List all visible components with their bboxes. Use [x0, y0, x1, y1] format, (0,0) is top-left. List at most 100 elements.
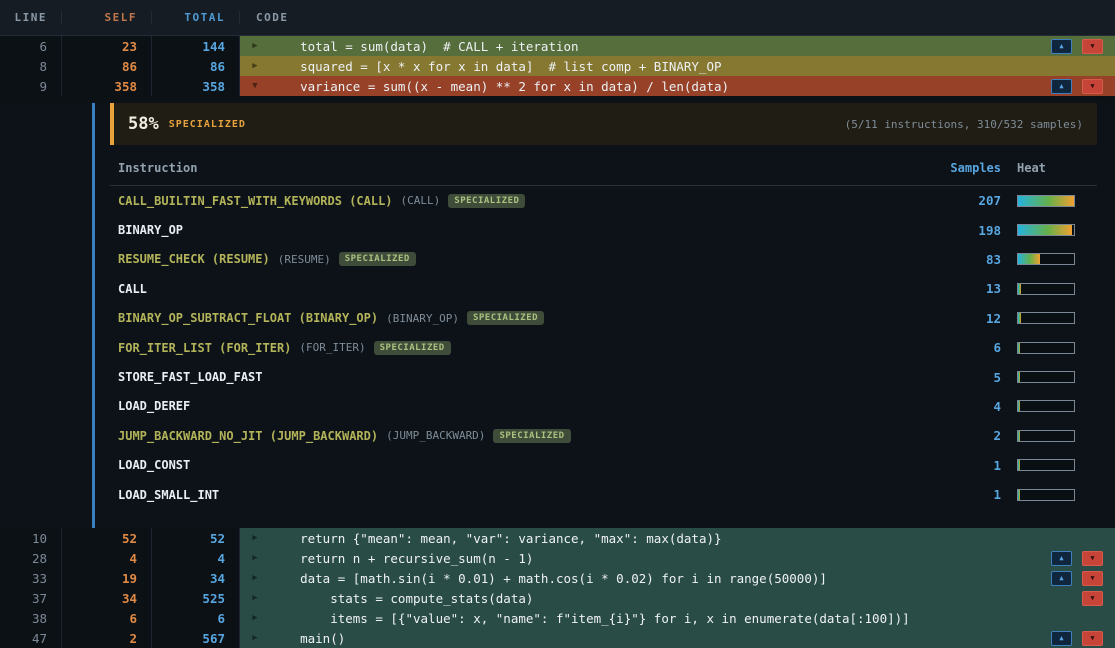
instruction-name: LOAD_SMALL_INT	[118, 488, 219, 502]
jump-down-button[interactable]: ▼	[1082, 79, 1103, 94]
column-header-total: TOTAL	[152, 11, 240, 24]
expand-icon[interactable]: ▶	[240, 573, 270, 583]
instruction-row: BINARY_OP_SUBTRACT_FLOAT (BINARY_OP)(BIN…	[110, 304, 1097, 333]
jump-up-button[interactable]: ▲	[1051, 551, 1072, 566]
instruction-samples-value: 207	[921, 193, 1001, 208]
heat-bar-fill	[1018, 284, 1021, 294]
code-heat-cell: ▼ variance = sum((x - mean) ** 2 for x i…	[240, 76, 1115, 96]
expand-icon[interactable]: ▶	[240, 533, 270, 543]
self-samples-value: 358	[62, 76, 152, 96]
code-heat-cell: ▶ return {"mean": mean, "var": variance,…	[240, 528, 1115, 548]
total-samples-value: 86	[152, 56, 240, 76]
heat-bar-cell	[1017, 430, 1089, 442]
line-number: 33	[0, 568, 62, 588]
self-samples-value: 34	[62, 588, 152, 608]
jump-up-button[interactable]: ▲	[1051, 571, 1072, 586]
source-code-text: variance = sum((x - mean) ** 2 for x in …	[270, 79, 1051, 94]
instruction-name: RESUME_CHECK (RESUME)	[118, 252, 270, 266]
instruction-name-cell: RESUME_CHECK (RESUME)(RESUME)SPECIALIZED	[118, 252, 921, 266]
jump-up-button[interactable]: ▲	[1051, 39, 1072, 54]
self-samples-value: 19	[62, 568, 152, 588]
jump-up-button[interactable]: ▲	[1051, 79, 1072, 94]
line-number: 8	[0, 56, 62, 76]
instruction-samples-value: 13	[921, 281, 1001, 296]
code-heat-cell: ▶ total = sum(data) # CALL + iteration▲ ▼	[240, 36, 1115, 56]
heat-bar-track	[1017, 195, 1075, 207]
code-line-row: 331934▶ data = [math.sin(i * 0.01) + mat…	[0, 568, 1115, 588]
specialized-badge: SPECIALIZED	[467, 311, 544, 325]
instruction-name-cell: LOAD_DEREF	[118, 399, 921, 413]
heat-bar-fill	[1018, 313, 1021, 323]
heat-bar-cell	[1017, 489, 1089, 501]
line-number: 28	[0, 548, 62, 568]
source-code-text: return n + recursive_sum(n - 1)	[270, 551, 1051, 566]
code-line-row: 2844▶ return n + recursive_sum(n - 1)▲▼	[0, 548, 1115, 568]
jump-down-button[interactable]: ▼	[1082, 591, 1103, 606]
jump-up-button[interactable]: ▲	[1051, 631, 1072, 646]
code-heat-cell: ▶ return n + recursive_sum(n - 1)▲▼	[240, 548, 1115, 568]
total-samples-value: 358	[152, 76, 240, 96]
jump-down-button[interactable]: ▼	[1082, 551, 1103, 566]
instruction-samples-value: 2	[921, 428, 1001, 443]
row-nav-buttons: ▲▼	[1051, 551, 1115, 566]
jump-down-button[interactable]: ▼	[1082, 631, 1103, 646]
row-nav-buttons: ▲▼	[1051, 571, 1115, 586]
instruction-name: LOAD_DEREF	[118, 399, 190, 413]
specialization-detail-panel: 58% SPECIALIZED (5/11 instructions, 310/…	[0, 103, 1115, 528]
collapse-icon[interactable]: ▼	[240, 81, 270, 91]
specialized-label: SPECIALIZED	[169, 119, 246, 130]
expand-icon[interactable]: ▶	[240, 613, 270, 623]
instruction-samples-value: 198	[921, 223, 1001, 238]
code-heat-cell: ▶ squared = [x * x for x in data] # list…	[240, 56, 1115, 76]
jump-down-button[interactable]: ▼	[1082, 571, 1103, 586]
heat-bar-track	[1017, 283, 1075, 295]
instruction-row: CALL 13	[110, 274, 1097, 303]
instruction-name-cell: LOAD_CONST	[118, 458, 921, 472]
instruction-samples-value: 4	[921, 399, 1001, 414]
specialized-badge: SPECIALIZED	[339, 252, 416, 266]
column-header-code: CODE	[240, 11, 1115, 24]
specialization-summary-banner: 58% SPECIALIZED (5/11 instructions, 310/…	[110, 103, 1097, 145]
code-line-row: 105252▶ return {"mean": mean, "var": var…	[0, 528, 1115, 548]
heat-bar-cell	[1017, 195, 1089, 207]
instruction-name: JUMP_BACKWARD_NO_JIT (JUMP_BACKWARD)	[118, 429, 378, 443]
heat-bar-track	[1017, 371, 1075, 383]
source-code-text: items = [{"value": x, "name": f"item_{i}…	[270, 611, 1103, 626]
expand-icon[interactable]: ▶	[240, 633, 270, 643]
generic-opcode-name: (FOR_ITER)	[299, 341, 365, 354]
heat-bar-track	[1017, 459, 1075, 471]
heat-bar-track	[1017, 312, 1075, 324]
heat-bar-track	[1017, 400, 1075, 412]
instruction-name-cell: FOR_ITER_LIST (FOR_ITER)(FOR_ITER)SPECIA…	[118, 341, 921, 355]
instruction-name-cell: JUMP_BACKWARD_NO_JIT (JUMP_BACKWARD)(JUM…	[118, 429, 921, 443]
row-nav-buttons: ▲▼	[1051, 631, 1115, 646]
heat-bar-fill	[1018, 225, 1072, 235]
expand-icon[interactable]: ▶	[240, 593, 270, 603]
instruction-name: STORE_FAST_LOAD_FAST	[118, 370, 263, 384]
instruction-rows: CALL_BUILTIN_FAST_WITH_KEYWORDS (CALL)(C…	[110, 186, 1097, 509]
self-samples-value: 2	[62, 628, 152, 648]
source-code-text: total = sum(data) # CALL + iteration	[270, 39, 1051, 54]
jump-down-button[interactable]: ▼	[1082, 39, 1103, 54]
header-instruction: Instruction	[118, 161, 921, 175]
row-nav-buttons: ▼	[1082, 591, 1115, 606]
heat-bar-cell	[1017, 371, 1089, 383]
heat-bar-cell	[1017, 224, 1089, 236]
instruction-row: JUMP_BACKWARD_NO_JIT (JUMP_BACKWARD)(JUM…	[110, 421, 1097, 450]
expand-icon[interactable]: ▶	[240, 61, 270, 71]
instruction-row: LOAD_DEREF 4	[110, 392, 1097, 421]
header-samples: Samples	[921, 161, 1001, 175]
heat-bar-cell	[1017, 342, 1089, 354]
code-heat-cell: ▶ items = [{"value": x, "name": f"item_{…	[240, 608, 1115, 628]
line-number: 37	[0, 588, 62, 608]
heat-bar-fill	[1018, 196, 1074, 206]
line-number: 47	[0, 628, 62, 648]
heat-bar-track	[1017, 489, 1075, 501]
expand-icon[interactable]: ▶	[240, 553, 270, 563]
heat-bar-track	[1017, 253, 1075, 265]
instruction-name: CALL	[118, 282, 147, 296]
expand-icon[interactable]: ▶	[240, 41, 270, 51]
instruction-row: FOR_ITER_LIST (FOR_ITER)(FOR_ITER)SPECIA…	[110, 333, 1097, 362]
instruction-table: Instruction Samples Heat CALL_BUILTIN_FA…	[110, 145, 1097, 509]
instruction-name-cell: CALL_BUILTIN_FAST_WITH_KEYWORDS (CALL)(C…	[118, 194, 921, 208]
